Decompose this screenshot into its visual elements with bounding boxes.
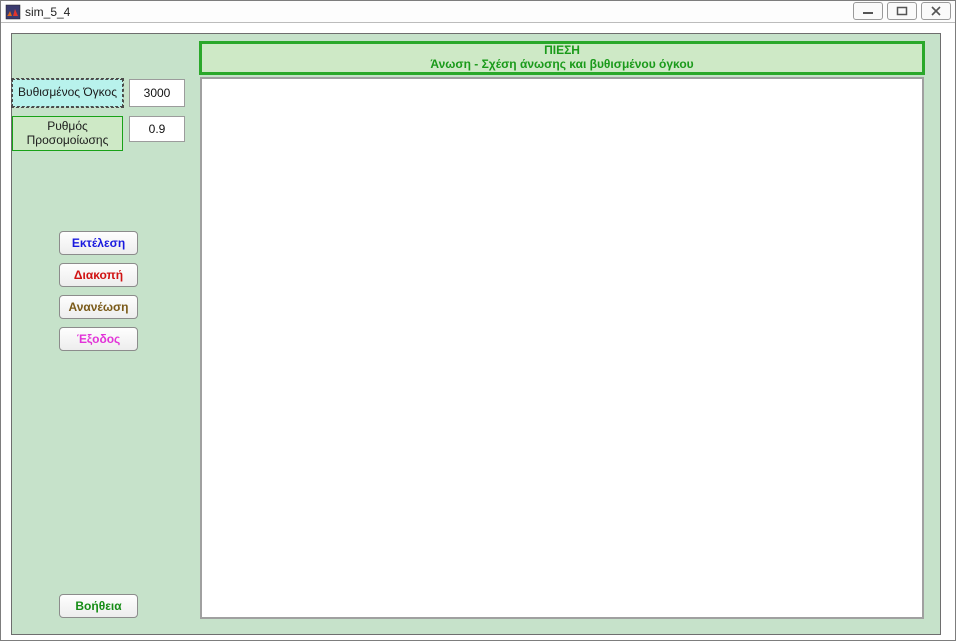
- window-title: sim_5_4: [25, 5, 70, 19]
- header-panel: ΠΙΕΣΗ Άνωση - Σχέση άνωσης και βυθισμένο…: [199, 41, 925, 75]
- stop-button[interactable]: Διακοπή: [59, 263, 138, 287]
- exit-button[interactable]: Έξοδος: [59, 327, 138, 351]
- header-subtitle: Άνωση - Σχέση άνωσης και βυθισμένου όγκο…: [430, 58, 693, 72]
- refresh-button[interactable]: Ανανέωση: [59, 295, 138, 319]
- header-title: ΠΙΕΣΗ: [544, 44, 580, 58]
- rate-label: Ρυθμός Προσομοίωσης: [12, 116, 123, 151]
- maximize-button[interactable]: [887, 2, 917, 20]
- minimize-button[interactable]: [853, 2, 883, 20]
- run-button[interactable]: Εκτέλεση: [59, 231, 138, 255]
- titlebar[interactable]: sim_5_4: [1, 1, 955, 23]
- client-area: ΠΙΕΣΗ Άνωση - Σχέση άνωσης και βυθισμένο…: [1, 23, 955, 640]
- main-panel: ΠΙΕΣΗ Άνωση - Σχέση άνωσης και βυθισμένο…: [11, 33, 941, 635]
- rate-value[interactable]: 0.9: [129, 116, 185, 142]
- volume-value[interactable]: 3000: [129, 79, 185, 107]
- app-window: sim_5_4 ΠΙΕΣΗ Άνωση - Σχέση άνωσης και β…: [0, 0, 956, 641]
- volume-label: Βυθισμένος Όγκος: [12, 79, 123, 107]
- close-button[interactable]: [921, 2, 951, 20]
- app-icon: [5, 4, 21, 20]
- help-button[interactable]: Βοήθεια: [59, 594, 138, 618]
- plot-area: [200, 77, 924, 619]
- window-controls: [853, 1, 955, 21]
